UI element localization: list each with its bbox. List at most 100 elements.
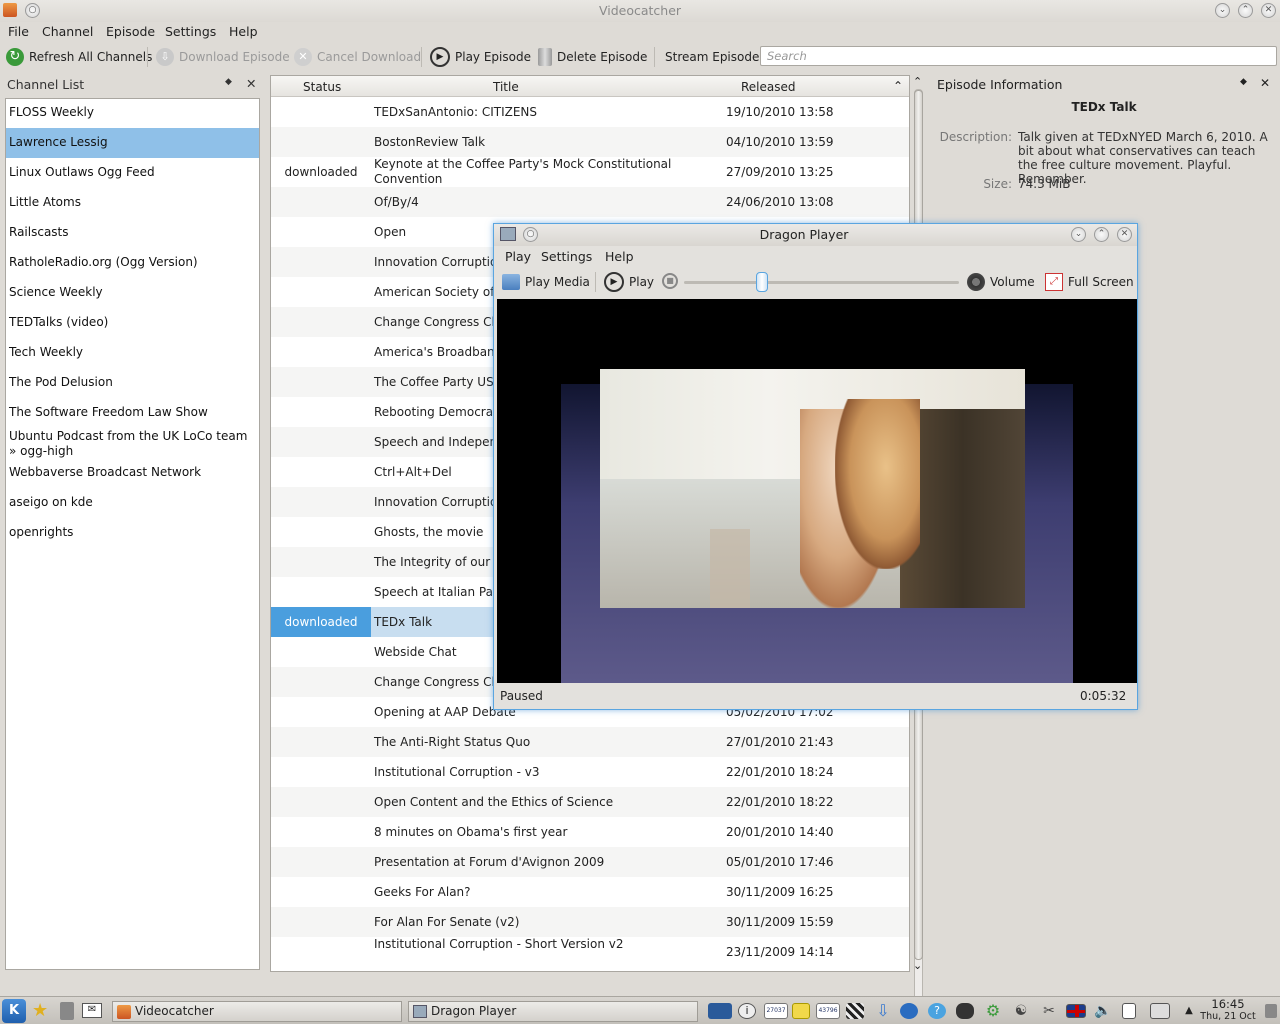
player-menu-settings[interactable]: Settings [541, 249, 592, 264]
seek-slider-handle[interactable] [755, 272, 768, 292]
scroll-up-icon[interactable]: ⌃ [913, 75, 922, 88]
channel-item[interactable]: aseigo on kde [6, 495, 259, 509]
player-minimize-button[interactable]: ⌄ [1071, 227, 1086, 242]
player-menu-help[interactable]: Help [605, 249, 634, 264]
cpu-monitor-icon[interactable]: 27037 [764, 1003, 788, 1019]
taskbar-settings-icon[interactable] [1265, 1004, 1277, 1018]
channel-item[interactable]: Linux Outlaws Ogg Feed [6, 165, 259, 179]
channel-item[interactable]: Little Atoms [6, 195, 259, 209]
table-row[interactable]: The Anti-Right Status Quo 27/01/2010 21:4… [271, 727, 909, 757]
mail-icon[interactable]: ✉ [82, 1003, 102, 1018]
play-media-button[interactable]: Play Media [502, 272, 590, 292]
clock[interactable]: 16:45 Thu, 21 Oct [1196, 998, 1260, 1023]
compass-icon[interactable] [900, 1003, 918, 1019]
menu-settings[interactable]: Settings [165, 24, 216, 39]
column-title[interactable]: Title [493, 80, 519, 94]
scissors-icon[interactable]: ✂ [1040, 1003, 1058, 1019]
close-button[interactable]: ✕ [1261, 3, 1276, 18]
float-icon[interactable]: ◆ [1240, 77, 1247, 87]
maximize-button[interactable]: ⌃ [1238, 3, 1253, 18]
close-dock-icon[interactable]: ✕ [246, 76, 256, 91]
title-cell: The Anti-Right Status Quo [374, 735, 531, 749]
fullscreen-button[interactable]: ⤢ Full Screen [1045, 272, 1134, 292]
player-close-button[interactable]: ✕ [1117, 227, 1132, 242]
column-status[interactable]: Status [303, 80, 341, 94]
play-episode-button[interactable]: ▶ Play Episode [430, 47, 531, 67]
player-play-button[interactable]: ▶ Play [604, 272, 654, 292]
channel-item[interactable]: Science Weekly [6, 285, 259, 299]
close-dock-icon[interactable]: ✕ [1260, 76, 1270, 90]
playback-status: Paused [500, 689, 543, 703]
minimize-button[interactable]: ⌄ [1215, 3, 1230, 18]
volume-button[interactable]: Volume [967, 272, 1035, 292]
stop-icon[interactable]: ■ [662, 273, 678, 289]
menu-file[interactable]: File [8, 24, 29, 39]
channel-item[interactable]: openrights [6, 525, 259, 539]
channel-item[interactable]: The Pod Delusion [6, 375, 259, 389]
video-area[interactable] [497, 299, 1137, 683]
table-row[interactable]: Institutional Corruption - v3 22/01/2010 … [271, 757, 909, 787]
favorites-icon[interactable]: ★ [32, 1001, 54, 1021]
chat-icon[interactable] [956, 1003, 974, 1019]
table-row[interactable]: For Alan For Senate (v2) 30/11/2009 15:59 [271, 907, 909, 937]
channel-item[interactable]: TEDTalks (video) [6, 315, 259, 329]
table-row[interactable]: 8 minutes on Obama's first year 20/01/201… [271, 817, 909, 847]
channel-item[interactable]: Railscasts [6, 225, 259, 239]
download-button[interactable]: ⇩ Download Episode [156, 47, 290, 67]
table-row[interactable]: Presentation at Forum d'Avignon 2009 05/0… [271, 847, 909, 877]
pager-icon[interactable] [708, 1003, 732, 1019]
info-icon[interactable]: i [738, 1003, 756, 1019]
notes-icon[interactable] [792, 1003, 810, 1019]
refresh-button[interactable]: ↻ Refresh All Channels [6, 47, 152, 67]
released-cell: 05/01/2010 17:46 [726, 855, 834, 869]
search-input[interactable]: Search [760, 46, 1277, 66]
channel-item[interactable]: Webbaverse Broadcast Network [6, 465, 259, 479]
trash-icon [538, 48, 552, 66]
play-icon: ▶ [604, 272, 624, 292]
table-row[interactable]: TEDxSanAntonio: CITIZENS 19/10/2010 13:58 [271, 97, 909, 127]
player-menu-play[interactable]: Play [505, 249, 531, 264]
seek-slider-track[interactable] [684, 281, 959, 284]
float-icon[interactable]: ◆ [225, 77, 232, 87]
table-row[interactable]: BostonReview Talk 04/10/2010 13:59 [271, 127, 909, 157]
delete-button[interactable]: Delete Episode [538, 47, 647, 67]
channel-item[interactable]: FLOSS Weekly [6, 105, 259, 119]
menu-channel[interactable]: Channel [42, 24, 93, 39]
desktop-icon[interactable] [60, 1002, 74, 1020]
playback-time: 0:05:32 [1080, 689, 1127, 703]
help-icon[interactable]: ? [928, 1003, 946, 1019]
stream-button[interactable]: Stream Episode [665, 47, 759, 67]
uk-flag-icon[interactable] [1066, 1004, 1086, 1018]
menu-help[interactable]: Help [229, 24, 258, 39]
clapperboard-icon[interactable] [846, 1003, 864, 1019]
size-value: 74.3 MiB [1018, 177, 1071, 191]
clipboard-icon[interactable] [1122, 1003, 1136, 1019]
player-maximize-button[interactable]: ⌃ [1094, 227, 1109, 242]
printer-icon[interactable] [1150, 1003, 1170, 1019]
task-dragon-player[interactable]: Dragon Player [408, 1001, 698, 1022]
task-videocatcher[interactable]: Videocatcher [112, 1001, 402, 1022]
released-cell: 24/06/2010 13:08 [726, 195, 834, 209]
table-row[interactable]: Institutional Corruption - Short Version… [271, 937, 909, 967]
volume-icon[interactable]: 🔈 [1094, 1003, 1112, 1019]
table-row[interactable]: Open Content and the Ethics of Science 22… [271, 787, 909, 817]
channel-item[interactable]: Ubuntu Podcast from the UK LoCo team » o… [6, 429, 251, 459]
column-released[interactable]: Released [741, 80, 796, 94]
channel-item[interactable]: The Software Freedom Law Show [6, 405, 259, 419]
channel-item[interactable]: RatholeRadio.org (Ogg Version) [6, 255, 259, 269]
kde-menu-icon[interactable]: K [2, 999, 26, 1023]
table-row[interactable]: Geeks For Alan? 30/11/2009 16:25 [271, 877, 909, 907]
cancel-button[interactable]: ✕ Cancel Download [294, 47, 421, 67]
network-monitor-icon[interactable]: 43796 [816, 1003, 840, 1019]
channel-item[interactable]: Lawrence Lessig [6, 128, 259, 158]
network-icon[interactable]: ☯ [1012, 1003, 1030, 1019]
released-cell: 27/01/2010 21:43 [726, 735, 834, 749]
released-cell: 22/01/2010 18:24 [726, 765, 834, 779]
menu-episode[interactable]: Episode [106, 24, 155, 39]
settings-gear-icon[interactable]: ⚙ [984, 1003, 1002, 1019]
download-arrow-icon[interactable]: ⇩ [874, 1003, 892, 1019]
scroll-down-icon[interactable]: ⌄ [913, 959, 922, 972]
table-row[interactable]: downloaded Keynote at the Coffee Party's … [271, 157, 909, 187]
channel-item[interactable]: Tech Weekly [6, 345, 259, 359]
table-row[interactable]: Of/By/4 24/06/2010 13:08 [271, 187, 909, 217]
